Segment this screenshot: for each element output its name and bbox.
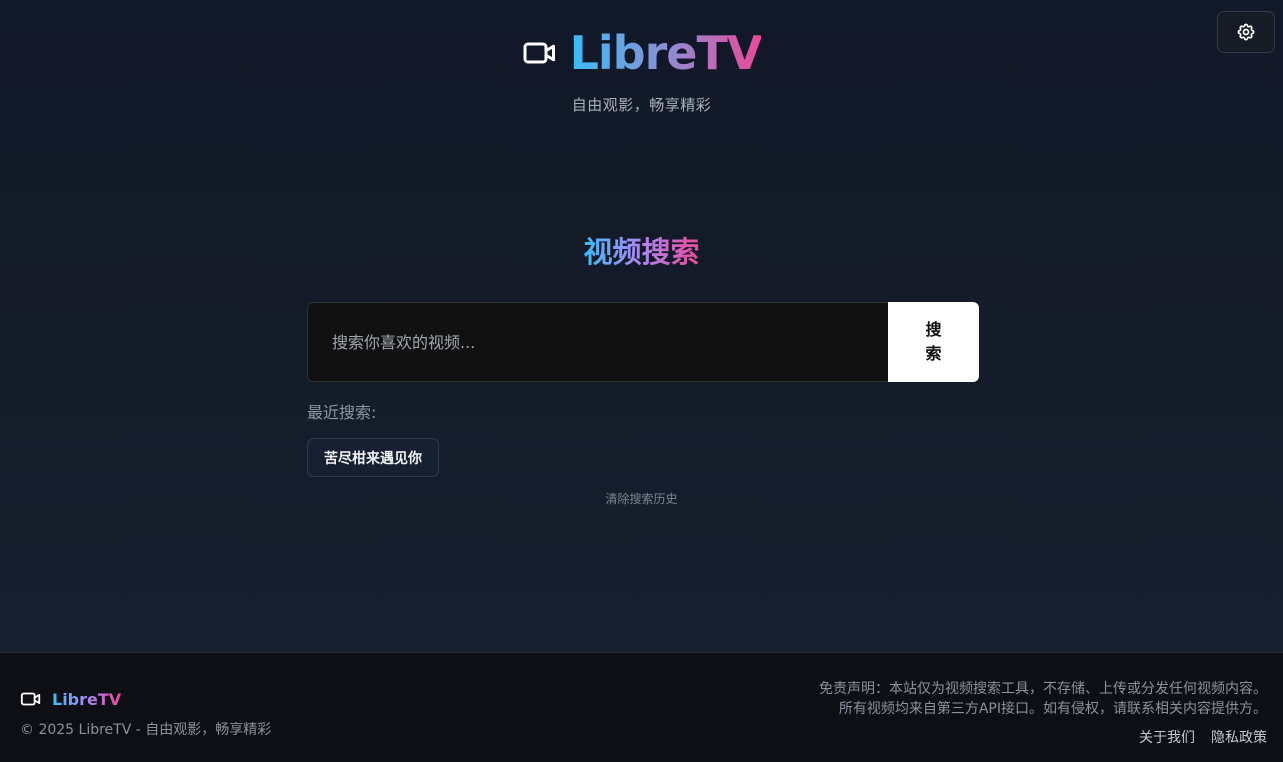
site-title: LibreTV bbox=[569, 26, 763, 80]
disclaimer-text: 免责声明：本站仅为视频搜索工具，不存储、上传或分发任何视频内容。 所有视频均来自… bbox=[819, 679, 1267, 719]
copyright-text: © 2025 LibreTV - 自由观影，畅享精彩 bbox=[20, 722, 272, 738]
footer-brand-name: LibreTV bbox=[52, 689, 122, 709]
about-us-link[interactable]: 关于我们 bbox=[1139, 727, 1195, 747]
search-bar: 搜索 bbox=[307, 302, 979, 382]
site-tagline: 自由观影，畅享精彩 bbox=[571, 96, 712, 114]
site-header: LibreTV 自由观影，畅享精彩 bbox=[0, 26, 1283, 115]
footer-links: 关于我们 隐私政策 bbox=[1139, 727, 1267, 747]
recent-searches-label: 最近搜索: bbox=[307, 403, 377, 422]
video-camera-icon bbox=[523, 42, 555, 64]
footer-brand[interactable]: LibreTV bbox=[20, 688, 121, 710]
search-input[interactable] bbox=[307, 302, 888, 382]
video-camera-icon bbox=[20, 692, 41, 706]
recent-search-item[interactable]: 苦尽柑来遇见你 bbox=[307, 438, 439, 477]
site-footer: LibreTV © 2025 LibreTV - 自由观影，畅享精彩 免责声明：… bbox=[0, 652, 1283, 762]
disclaimer-line: 所有视频均来自第三方API接口。如有侵权，请联系相关内容提供方。 bbox=[838, 701, 1267, 717]
brand[interactable]: LibreTV bbox=[522, 26, 762, 80]
search-heading: 视频搜索 bbox=[583, 235, 700, 269]
privacy-policy-link[interactable]: 隐私政策 bbox=[1211, 727, 1267, 747]
clear-history-link[interactable]: 清除搜索历史 bbox=[0, 490, 1283, 507]
disclaimer-line: 免责声明：本站仅为视频搜索工具，不存储、上传或分发任何视频内容。 bbox=[819, 681, 1267, 697]
search-button[interactable]: 搜索 bbox=[888, 302, 979, 382]
